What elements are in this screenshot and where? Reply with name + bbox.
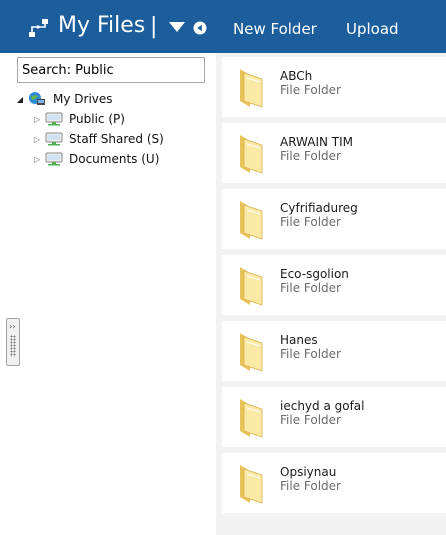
tree-item-documents[interactable]: ▷ Documents (U): [32, 150, 159, 168]
triangle-down-icon[interactable]: [168, 20, 186, 34]
file-type: File Folder: [280, 413, 341, 427]
file-type: File Folder: [280, 149, 341, 163]
app-header: My Files | New Folder Upload: [0, 0, 446, 53]
list-item[interactable]: Hanes File Folder: [222, 321, 446, 381]
tree-item-staff-shared[interactable]: ▷ Staff Shared (S): [32, 130, 164, 148]
folder-icon: [240, 267, 263, 306]
expanded-arrow-icon[interactable]: ◢: [15, 95, 25, 104]
folder-icon: [240, 465, 263, 504]
folder-icon: [240, 399, 263, 438]
file-type: File Folder: [280, 347, 341, 361]
folder-icon: [240, 333, 263, 372]
file-type: File Folder: [280, 479, 341, 493]
list-item[interactable]: Opsiynau File Folder: [222, 453, 446, 513]
tree-label: Public (P): [69, 112, 125, 126]
search-input[interactable]: [17, 57, 205, 83]
collapsed-arrow-icon[interactable]: ▷: [32, 135, 42, 144]
list-item[interactable]: ARWAIN TIM File Folder: [222, 123, 446, 183]
file-type: File Folder: [280, 83, 341, 97]
file-name: Opsiynau: [280, 465, 337, 479]
list-item[interactable]: Eco-sgolion File Folder: [222, 255, 446, 315]
file-name: Hanes: [280, 333, 318, 347]
back-circle-icon[interactable]: [193, 21, 207, 35]
header-separator: |: [150, 14, 158, 39]
network-drive-icon: [45, 152, 63, 166]
folder-icon: [240, 69, 263, 108]
my-drives-icon: [29, 92, 45, 105]
new-folder-button[interactable]: New Folder: [233, 19, 317, 39]
tree-label: Staff Shared (S): [69, 132, 164, 146]
collapsed-arrow-icon[interactable]: ▷: [32, 155, 42, 164]
network-drive-icon: [45, 132, 63, 146]
double-chevron-right-icon: ››: [9, 322, 16, 331]
network-share-icon[interactable]: [26, 15, 52, 41]
tree-item-public[interactable]: ▷ Public (P): [32, 110, 125, 128]
upload-button[interactable]: Upload: [346, 19, 399, 39]
file-type: File Folder: [280, 215, 341, 229]
drive-tree-panel: ◢ My Drives ▷ Public (P) ▷ Staff Shared …: [0, 53, 216, 535]
app-title: My Files: [58, 13, 146, 38]
file-name: Eco-sgolion: [280, 267, 349, 281]
list-item[interactable]: iechyd a gofal File Folder: [222, 387, 446, 447]
grip-dots-icon: [10, 335, 16, 357]
folder-icon: [240, 135, 263, 174]
file-name: ABCh: [280, 69, 313, 83]
folder-icon: [240, 201, 263, 240]
network-drive-icon: [45, 112, 63, 126]
list-item[interactable]: Cyfrifiadureg File Folder: [222, 189, 446, 249]
file-type: File Folder: [280, 281, 341, 295]
file-name: ARWAIN TIM: [280, 135, 354, 149]
list-item[interactable]: ABCh File Folder: [222, 57, 446, 117]
tree-label: Documents (U): [69, 152, 160, 166]
panel-collapse-handle[interactable]: ››: [6, 318, 20, 366]
file-list: ABCh File Folder ARWAIN TIM File Folder …: [216, 53, 446, 535]
tree-label: My Drives: [53, 92, 113, 106]
file-name: Cyfrifiadureg: [280, 201, 358, 215]
file-name: iechyd a gofal: [280, 399, 365, 413]
collapsed-arrow-icon[interactable]: ▷: [32, 115, 42, 124]
tree-item-my-drives[interactable]: ◢ My Drives: [15, 90, 113, 108]
